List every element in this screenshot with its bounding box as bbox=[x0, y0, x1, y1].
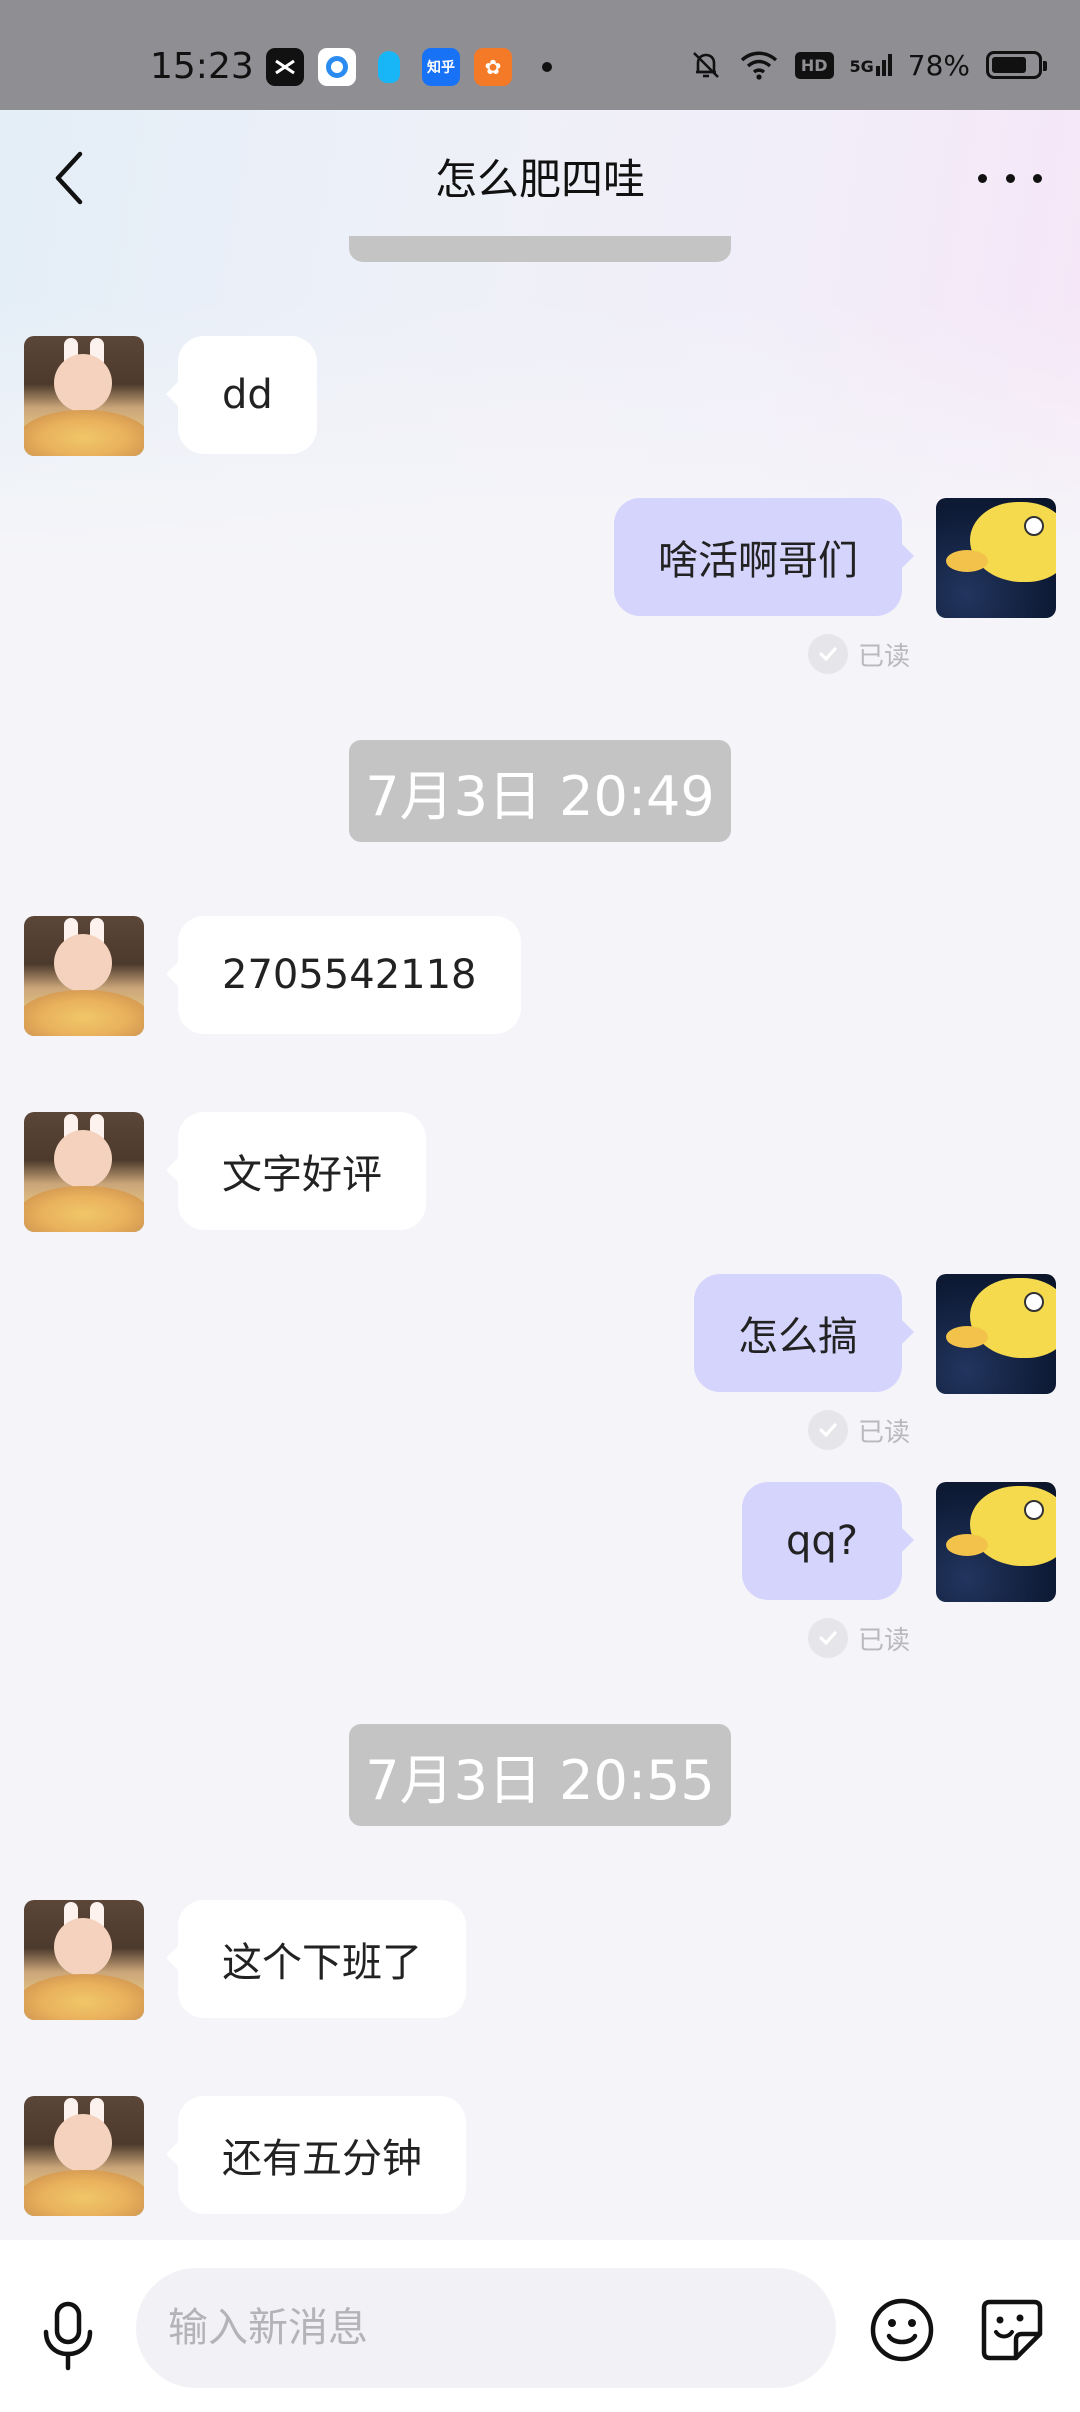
contact-avatar[interactable] bbox=[24, 1900, 144, 2020]
more-dot-icon bbox=[978, 173, 987, 183]
read-receipt: 已读 bbox=[807, 634, 910, 674]
check-circle-icon bbox=[807, 634, 848, 674]
read-receipt: 已读 bbox=[807, 1618, 910, 1658]
smiley-icon bbox=[870, 2298, 934, 2362]
my-avatar[interactable] bbox=[936, 1274, 1056, 1394]
received-message-bubble[interactable]: 2705542118 bbox=[166, 916, 521, 1034]
status-bar: 15:23 知乎 ✿ HD 5G 78% bbox=[0, 0, 1080, 110]
status-right-group: HD 5G 78% bbox=[689, 48, 1047, 82]
message-input[interactable] bbox=[136, 2268, 836, 2388]
timestamp-pill: 7月3日 20:55 bbox=[349, 1724, 731, 1826]
status-time: 15:23 bbox=[150, 46, 254, 87]
check-circle-icon bbox=[807, 1618, 848, 1658]
read-label: 已读 bbox=[857, 1417, 910, 1448]
read-label: 已读 bbox=[857, 1625, 910, 1656]
sticker-icon bbox=[981, 2299, 1043, 2361]
signal-5g-icon: 5G bbox=[850, 54, 892, 76]
wifi-icon bbox=[740, 51, 777, 80]
emoji-button[interactable] bbox=[868, 2296, 936, 2364]
battery-fill bbox=[992, 57, 1026, 73]
chat-title: 怎么肥四哇 bbox=[434, 155, 645, 204]
received-message-bubble[interactable]: 文字好评 bbox=[166, 1112, 426, 1230]
contact-avatar[interactable] bbox=[24, 916, 144, 1036]
notification-dot-icon bbox=[542, 62, 552, 72]
sticker-button[interactable] bbox=[978, 2296, 1046, 2364]
chat-header: 怎么肥四哇 bbox=[0, 110, 1080, 240]
network-label: 5G bbox=[849, 57, 874, 76]
more-dot-icon bbox=[1005, 173, 1015, 183]
contact-avatar[interactable] bbox=[24, 336, 144, 456]
my-avatar[interactable] bbox=[936, 1482, 1056, 1602]
voice-button[interactable] bbox=[36, 2300, 100, 2372]
more-dot-icon bbox=[1033, 173, 1042, 183]
capcut-icon bbox=[266, 48, 304, 86]
message-input-bar bbox=[0, 2240, 1080, 2412]
sent-message-bubble[interactable]: 怎么搞 bbox=[694, 1274, 914, 1392]
uc-browser-icon: ✿ bbox=[474, 48, 512, 86]
microphone-icon bbox=[43, 2301, 93, 2371]
status-app-icons: 知乎 ✿ bbox=[266, 48, 552, 86]
check-circle-icon bbox=[807, 1410, 848, 1450]
contact-avatar[interactable] bbox=[24, 1112, 144, 1232]
battery-percent: 78% bbox=[907, 48, 970, 82]
mute-bell-icon bbox=[692, 52, 719, 78]
blue-circle-app-icon bbox=[318, 48, 356, 86]
timestamp-pill: 7月3日 20:49 bbox=[349, 740, 731, 842]
zhihu-icon: 知乎 bbox=[422, 48, 460, 86]
more-options-button[interactable] bbox=[978, 158, 1042, 198]
read-receipt: 已读 bbox=[807, 1410, 910, 1450]
qq-icon bbox=[370, 48, 408, 86]
hd-badge: HD bbox=[794, 51, 834, 79]
read-label: 已读 bbox=[857, 641, 910, 672]
contact-avatar[interactable] bbox=[24, 2096, 144, 2216]
received-message-bubble[interactable]: dd bbox=[166, 336, 317, 454]
battery-icon bbox=[986, 51, 1047, 79]
my-avatar[interactable] bbox=[936, 498, 1056, 618]
sent-message-bubble[interactable]: qq? bbox=[741, 1482, 915, 1600]
sent-message-bubble[interactable]: 啥活啊哥们 bbox=[614, 498, 914, 616]
received-message-bubble[interactable]: 还有五分钟 bbox=[166, 2096, 466, 2214]
received-message-bubble[interactable]: 这个下班了 bbox=[166, 1900, 466, 2018]
